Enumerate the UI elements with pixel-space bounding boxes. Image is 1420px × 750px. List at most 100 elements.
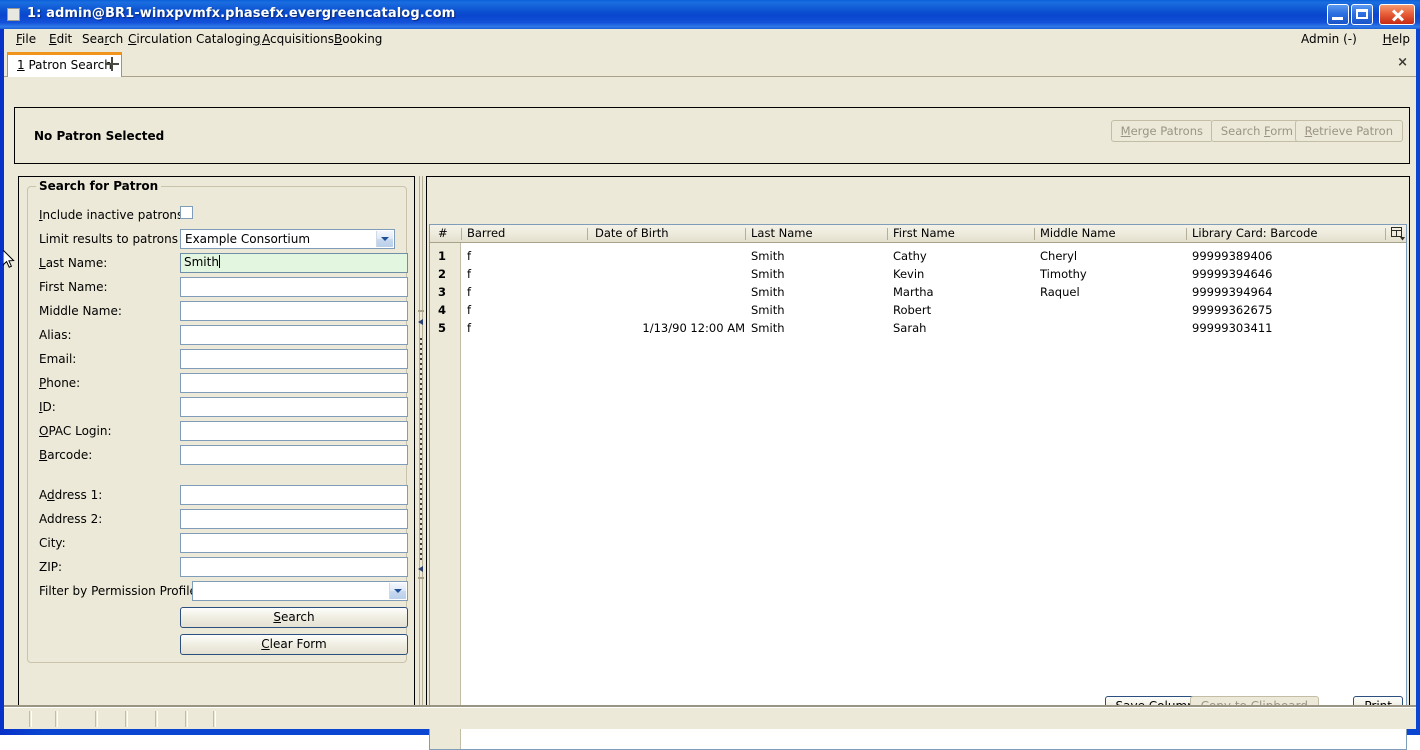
- cell-index: 4: [438, 303, 447, 317]
- menu-cataloging[interactable]: Cataloging: [194, 32, 263, 46]
- cell-index: 5: [438, 321, 447, 335]
- zip-input[interactable]: [180, 557, 408, 577]
- table-row[interactable]: 5 f 1/13/90 12:00 AM Smith Sarah 9999930…: [430, 319, 1406, 337]
- column-header-dob[interactable]: Date of Birth: [595, 225, 745, 242]
- grid-header-row: # Barred Date of Birth Last Name First N…: [430, 225, 1406, 243]
- menu-search[interactable]: Search: [80, 32, 125, 46]
- label-id: ID:: [39, 400, 56, 414]
- table-row[interactable]: 3 f Smith Martha Raquel 99999394964: [430, 283, 1406, 301]
- table-row[interactable]: 4 f Smith Robert 99999362675: [430, 301, 1406, 319]
- add-tab-icon[interactable]: [103, 55, 121, 73]
- cell-first-name: Robert: [893, 303, 932, 317]
- id-input[interactable]: [180, 397, 408, 417]
- cell-index: 1: [438, 249, 447, 263]
- patron-status-label: No Patron Selected: [34, 129, 165, 143]
- barcode-input[interactable]: [180, 445, 408, 465]
- label-opac-login: OPAC Login:: [39, 424, 112, 438]
- menu-acquisitions[interactable]: Acquisitions: [260, 32, 336, 46]
- cell-first-name: Kevin: [893, 267, 925, 281]
- column-header-index[interactable]: #: [438, 225, 460, 242]
- address-1-input[interactable]: [180, 485, 408, 505]
- limit-results-select[interactable]: Example Consortium: [180, 229, 395, 249]
- title-bar[interactable]: 1: admin@BR1-winxpvmfx.phasefx.evergreen…: [0, 0, 1420, 29]
- field-row-city: City:: [28, 533, 408, 557]
- splitter-grip: [420, 338, 422, 560]
- cell-middle-name: Raquel: [1040, 285, 1080, 299]
- minimize-button[interactable]: [1327, 4, 1349, 25]
- status-bar: [4, 705, 1416, 729]
- first-name-input[interactable]: [180, 277, 408, 297]
- cell-barred: f: [467, 303, 472, 317]
- menu-file[interactable]: File: [14, 32, 38, 46]
- menu-bar-right: Admin (-) Help: [1281, 32, 1412, 46]
- menu-edit[interactable]: Edit: [47, 32, 74, 46]
- collapse-right-arrow-icon[interactable]: [418, 566, 424, 573]
- field-row-middle-name: Middle Name:: [28, 301, 408, 325]
- column-header-last-name[interactable]: Last Name: [751, 225, 886, 242]
- close-button[interactable]: [1379, 4, 1415, 25]
- cell-barcode: 99999394646: [1192, 267, 1273, 281]
- field-row-id: ID:: [28, 397, 408, 421]
- menu-circulation[interactable]: Circulation: [126, 32, 194, 46]
- column-header-middle-name[interactable]: Middle Name: [1040, 225, 1185, 242]
- cell-middle-name: Timothy: [1040, 267, 1087, 281]
- status-segment: [32, 711, 58, 727]
- collapse-left-arrow-icon[interactable]: [418, 319, 424, 326]
- menu-help[interactable]: Help: [1381, 32, 1412, 46]
- include-inactive-checkbox[interactable]: [180, 206, 193, 219]
- field-row-last-name: Last Name: Smith: [28, 253, 408, 277]
- middle-name-input[interactable]: [180, 301, 408, 321]
- column-header-first-name[interactable]: First Name: [893, 225, 1028, 242]
- label-zip: ZIP:: [39, 560, 63, 574]
- search-form-button[interactable]: Search Form: [1210, 120, 1303, 142]
- column-header-barred[interactable]: Barred: [467, 225, 582, 242]
- address-2-input[interactable]: [180, 509, 408, 529]
- cell-last-name: Smith: [751, 267, 785, 281]
- status-segment: [128, 711, 158, 727]
- field-row-barcode: Barcode:: [28, 445, 408, 469]
- content-area: No Patron Selected Merge Patrons Search …: [4, 77, 1416, 750]
- retrieve-patron-button[interactable]: Retrieve Patron: [1294, 120, 1403, 142]
- table-row[interactable]: 1 f Smith Cathy Cheryl 99999389406: [430, 247, 1406, 265]
- clear-form-button[interactable]: Clear Form: [180, 634, 408, 655]
- cell-last-name: Smith: [751, 303, 785, 317]
- close-tab-icon[interactable]: ×: [1397, 56, 1408, 69]
- search-for-patron-group: Search for Patron Include inactive patro…: [27, 179, 408, 663]
- search-button[interactable]: Search: [180, 607, 408, 628]
- cell-barred: f: [467, 285, 472, 299]
- permission-profile-select[interactable]: [192, 581, 408, 601]
- cell-dob: [595, 247, 745, 265]
- results-grid[interactable]: # Barred Date of Birth Last Name First N…: [429, 224, 1407, 750]
- column-picker-icon[interactable]: [1390, 226, 1406, 241]
- tab-strip: 1 Patron Search ×: [4, 50, 1416, 77]
- label-email: Email:: [39, 352, 77, 366]
- patron-summary-bar: No Patron Selected Merge Patrons Search …: [14, 107, 1410, 164]
- phone-input[interactable]: [180, 373, 408, 393]
- search-group-title: Search for Patron: [36, 179, 162, 193]
- merge-patrons-button[interactable]: Merge Patrons: [1110, 120, 1213, 142]
- label-address-1: Address 1:: [39, 488, 103, 502]
- client-area: File Edit Search Circulation Cataloging …: [4, 29, 1416, 750]
- column-header-barcode[interactable]: Library Card: Barcode: [1192, 225, 1382, 242]
- table-row[interactable]: 2 f Smith Kevin Timothy 99999394646: [430, 265, 1406, 283]
- cell-index: 2: [438, 267, 447, 281]
- menu-admin[interactable]: Admin (-): [1299, 32, 1359, 46]
- cell-dob: 1/13/90 12:00 AM: [642, 321, 745, 335]
- tab-label: Patron Search: [28, 58, 112, 72]
- panel-splitter[interactable]: [416, 176, 426, 724]
- alias-input[interactable]: [180, 325, 408, 345]
- text-caret: [218, 255, 220, 268]
- cell-barcode: 99999394964: [1192, 285, 1273, 299]
- last-name-input[interactable]: Smith: [180, 253, 408, 273]
- field-row-phone: Phone:: [28, 373, 408, 397]
- email-input[interactable]: [180, 349, 408, 369]
- chevron-down-icon: [376, 231, 393, 247]
- cell-last-name: Smith: [751, 285, 785, 299]
- label-alias: Alias:: [39, 328, 72, 342]
- label-permission-profile: Filter by Permission Profile:: [39, 584, 201, 598]
- menu-booking[interactable]: Booking: [332, 32, 384, 46]
- maximize-button[interactable]: [1351, 4, 1373, 25]
- opac-login-input[interactable]: [180, 421, 408, 441]
- city-input[interactable]: [180, 533, 408, 553]
- label-last-name: Last Name:: [39, 256, 108, 270]
